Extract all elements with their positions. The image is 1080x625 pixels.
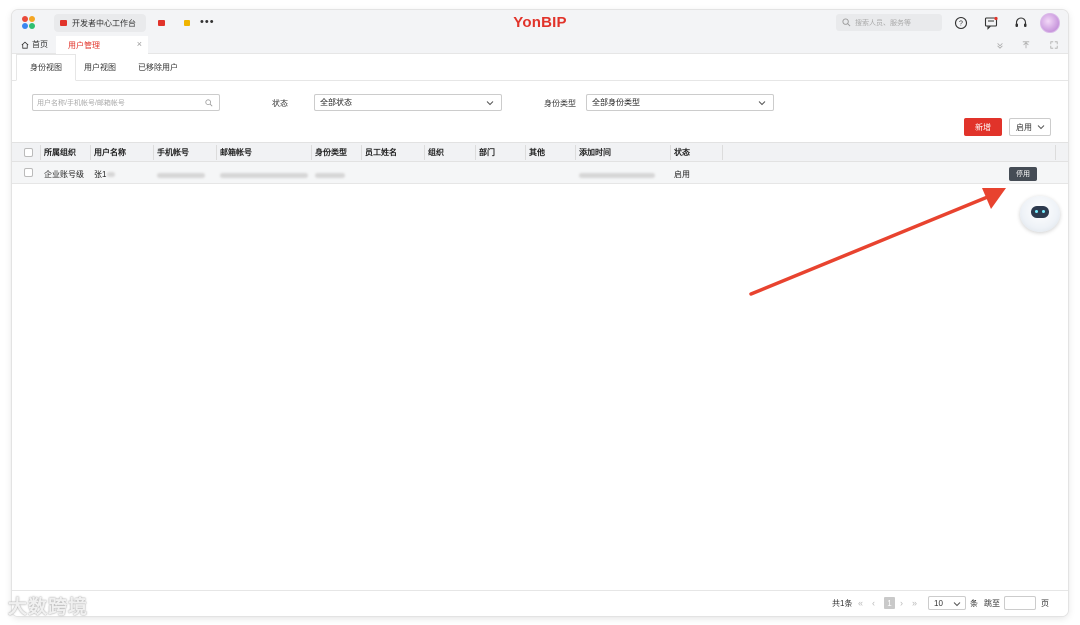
col-email[interactable]: 邮箱帐号 [220,147,252,158]
upload-icon[interactable] [1022,41,1030,49]
col-added-time[interactable]: 添加时间 [579,147,611,158]
enable-dropdown-label: 启用 [1016,122,1032,132]
col-org[interactable]: 所属组织 [44,147,76,158]
enable-dropdown-button[interactable]: 启用 [1009,118,1051,136]
status-select[interactable]: 全部状态 [314,94,502,111]
prev-page-icon[interactable]: ‹ [872,598,875,608]
page-number[interactable]: 1 [884,597,895,609]
table-row[interactable]: 企业账号级 张1 启用 [12,162,1068,184]
cell-added-time [579,171,655,180]
disable-button[interactable]: 停用 [1009,167,1037,181]
chevron-down-icon [953,602,961,607]
chevron-down-icon[interactable] [996,41,1004,49]
table-header: 所属组织 用户名称 手机帐号 邮箱帐号 身份类型 员工姓名 组织 部门 其他 添… [12,142,1068,162]
cell-identity-type [315,171,345,180]
robot-face [1031,206,1049,218]
user-avatar[interactable] [1040,13,1060,33]
search-icon [842,18,851,27]
last-page-icon[interactable]: » [912,598,917,608]
select-all-checkbox[interactable] [24,148,33,157]
cell-status: 启用 [674,170,690,179]
top-bar: 开发者中心工作台 ••• YonBIP 搜索人员、服务等 ? [12,10,1068,36]
col-department[interactable]: 部门 [479,147,495,158]
tab-user-management[interactable]: 用户管理 × [56,36,148,54]
first-page-icon[interactable]: « [858,598,863,608]
help-icon[interactable]: ? [954,16,968,30]
tab-user-view[interactable]: 用户视图 [84,54,116,81]
home-tab[interactable]: 首页 [21,39,48,50]
col-phone[interactable]: 手机帐号 [157,147,189,158]
chevron-down-icon [1037,125,1045,130]
cell-phone [157,171,205,180]
page-size-select[interactable]: 10 [928,596,966,610]
page-tabs-bar: 首页 用户管理 × [12,36,1068,54]
jump-label: 跳至 [984,599,1000,608]
fullscreen-icon[interactable] [1050,41,1058,49]
page-unit: 页 [1041,599,1049,608]
svg-text:?: ? [959,21,963,28]
redacted-mask [579,173,655,178]
redacted-mask [107,172,116,177]
search-icon[interactable] [205,99,213,107]
watermark-logo: 大数跨境 [8,597,89,618]
global-search-placeholder: 搜索人员、服务等 [855,19,911,27]
tab-identity-view-label: 身份视图 [30,63,62,72]
row-checkbox[interactable] [24,168,33,177]
tab-removed-users[interactable]: 已移除用户 [138,54,178,81]
robot-eye [1035,210,1038,213]
col-status[interactable]: 状态 [674,147,690,158]
page-size-value: 10 [934,598,943,608]
redacted-mask [315,173,345,178]
col-username[interactable]: 用户名称 [94,147,126,158]
status-select-value: 全部状态 [320,98,352,107]
redacted-mask [220,173,308,178]
tab-user-view-label: 用户视图 [84,63,116,72]
user-search-placeholder: 用户名称/手机帐号/邮箱帐号 [37,99,125,107]
robot-eye [1042,210,1045,213]
app-window: 开发者中心工作台 ••• YonBIP 搜索人员、服务等 ? 首页 用户管理 × [12,10,1068,616]
global-search-input[interactable]: 搜索人员、服务等 [836,14,942,31]
next-page-icon[interactable]: › [900,598,903,608]
redacted-mask [157,173,205,178]
cell-org: 企业账号级 [44,170,84,179]
message-icon[interactable] [984,16,998,30]
tab-removed-users-label: 已移除用户 [138,63,178,72]
pagination-bar: 共1条 « ‹ 1 › » 10 条 跳至 页 [12,590,1068,616]
col-identity-type[interactable]: 身份类型 [315,147,347,158]
view-tabs: 身份视图 用户视图 已移除用户 [12,54,1068,81]
col-employee-name[interactable]: 员工姓名 [365,147,397,158]
total-count: 共1条 [832,599,853,608]
home-icon [21,41,29,49]
tab-user-management-label: 用户管理 [68,40,100,50]
cell-username: 张1 [94,169,116,180]
tab-identity-view[interactable]: 身份视图 [16,54,76,81]
user-search-input[interactable]: 用户名称/手机帐号/邮箱帐号 [32,94,220,111]
home-tab-label: 首页 [32,40,48,49]
status-filter-label: 状态 [272,99,288,108]
chevron-down-icon [486,101,494,106]
cell-email [220,171,308,180]
identity-type-value: 全部身份类型 [592,98,640,107]
col-unit[interactable]: 组织 [428,147,444,158]
chevron-down-icon [758,101,766,106]
headset-icon[interactable] [1014,16,1028,30]
add-user-button[interactable]: 新增 [964,118,1002,136]
assistant-robot-icon[interactable] [1020,196,1060,232]
cell-username-text: 张1 [94,170,107,179]
jump-page-input[interactable] [1004,596,1036,610]
identity-type-label: 身份类型 [544,99,576,108]
close-tab-icon[interactable]: × [137,39,142,49]
identity-type-select[interactable]: 全部身份类型 [586,94,774,111]
col-other[interactable]: 其他 [529,147,545,158]
per-page-unit: 条 [970,599,978,608]
